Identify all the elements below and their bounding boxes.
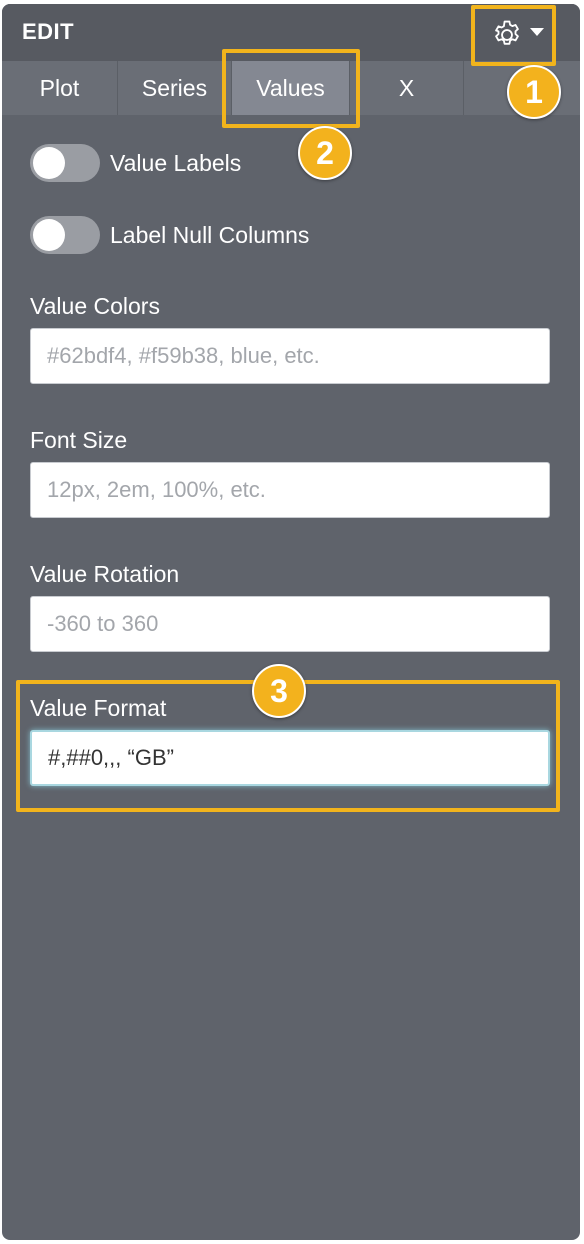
- callout-badge-2: 2: [298, 126, 352, 180]
- value-labels-row: Value Labels: [30, 144, 241, 182]
- value-rotation-input[interactable]: [30, 596, 550, 652]
- value-rotation-label: Value Rotation: [30, 561, 180, 587]
- font-size-label: Font Size: [30, 427, 128, 453]
- caret-down-icon[interactable]: [530, 28, 544, 36]
- tab-bar: Plot Series Values X: [2, 61, 580, 115]
- value-labels-label: Value Labels: [110, 149, 242, 176]
- font-size-input[interactable]: [30, 462, 550, 518]
- value-labels-toggle[interactable]: [30, 144, 100, 182]
- value-format-input[interactable]: [30, 730, 550, 786]
- tab-values[interactable]: Values: [232, 61, 350, 115]
- callout-badge-3: 3: [252, 664, 306, 718]
- tab-plot[interactable]: Plot: [2, 61, 118, 115]
- label-null-columns-row: Label Null Columns: [30, 216, 309, 254]
- tab-series[interactable]: Series: [118, 61, 232, 115]
- value-format-label: Value Format: [30, 695, 167, 721]
- panel-title: EDIT: [22, 19, 75, 44]
- panel-header: EDIT: [2, 4, 580, 61]
- gear-icon[interactable]: [490, 18, 524, 52]
- callout-badge-1: 1: [507, 65, 561, 119]
- tab-x[interactable]: X: [350, 61, 464, 115]
- value-colors-label: Value Colors: [30, 293, 160, 319]
- value-colors-input[interactable]: [30, 328, 550, 384]
- label-null-columns-label: Label Null Columns: [110, 221, 310, 248]
- edit-panel: EDIT Plot Series Values X Value Labels L…: [2, 4, 580, 1240]
- label-null-columns-toggle[interactable]: [30, 216, 100, 254]
